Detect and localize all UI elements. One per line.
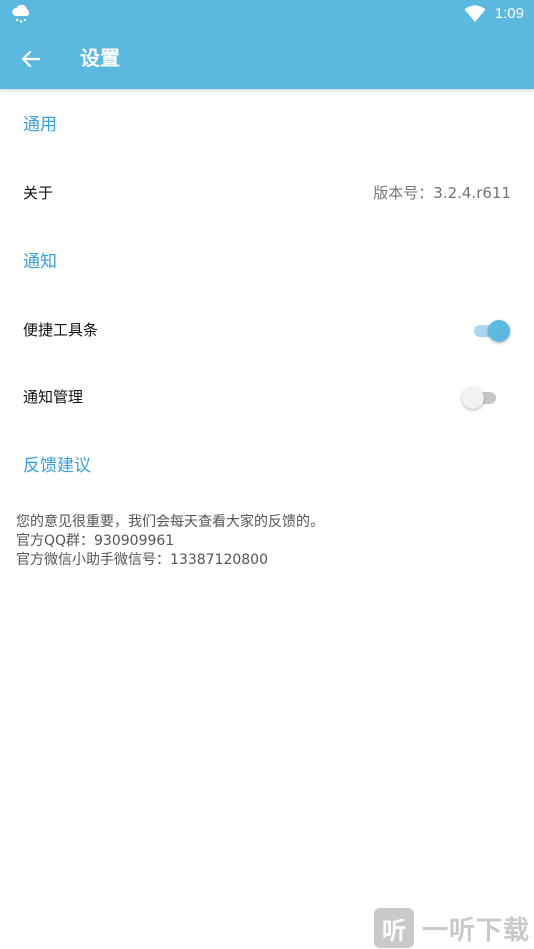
settings-row-notification-management[interactable]: 通知管理 <box>0 369 534 425</box>
back-button[interactable] <box>12 40 50 78</box>
notification-management-label: 通知管理 <box>23 388 84 406</box>
switch-thumb <box>488 320 510 342</box>
shortcut-toolbar-label: 便捷工具条 <box>23 321 99 339</box>
feedback-text: 您的意见很重要，我们会每天查看大家的反馈的。 官方QQ群：930909961 官… <box>16 513 516 570</box>
page-title: 设置 <box>80 46 120 70</box>
weather-cloud-icon <box>12 4 30 23</box>
wifi-icon <box>464 5 486 23</box>
feedback-line: 您的意见很重要，我们会每天查看大家的反馈的。 <box>16 514 324 530</box>
feedback-line: 官方QQ群：930909961 <box>16 533 175 549</box>
settings-row-shortcut-toolbar[interactable]: 便捷工具条 <box>0 302 534 358</box>
notification-management-switch[interactable] <box>462 385 504 411</box>
settings-row-about[interactable]: 关于 版本号：3.2.4.r611 <box>0 165 534 221</box>
watermark-text: 一听下载 <box>422 915 531 946</box>
app-bar: 设置 <box>0 28 534 89</box>
watermark-logo: 听 <box>374 908 414 948</box>
feedback-line: 官方微信小助手微信号：13387120800 <box>16 552 268 568</box>
version-value: 版本号：3.2.4.r611 <box>373 184 511 202</box>
status-clock: 1:09 <box>494 5 524 22</box>
section-header-notifications: 通知 <box>23 252 57 272</box>
section-header-general: 通用 <box>23 115 57 135</box>
switch-thumb <box>462 387 484 409</box>
shortcut-toolbar-switch[interactable] <box>470 318 512 344</box>
arrow-left-icon <box>21 50 41 68</box>
section-header-feedback: 反馈建议 <box>23 456 91 476</box>
status-bar: 1:09 <box>0 0 534 28</box>
watermark: 听 一听下载 <box>374 907 530 949</box>
about-label: 关于 <box>23 184 54 202</box>
